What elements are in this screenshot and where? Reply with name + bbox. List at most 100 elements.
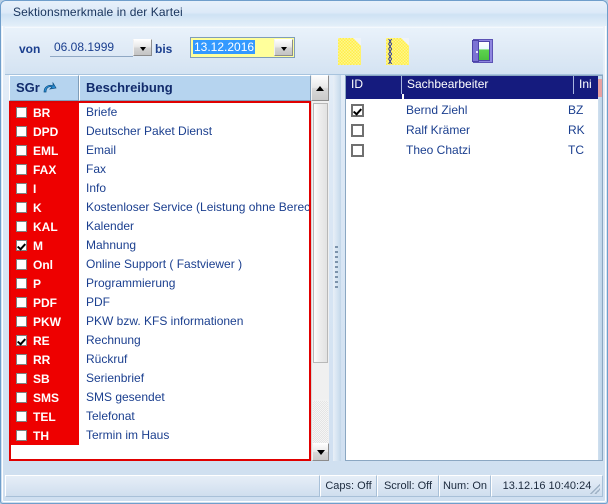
row-description-cell[interactable]: Info: [79, 179, 309, 198]
table-row[interactable]: Onl Online Support ( Fastviewer ): [11, 255, 309, 274]
row-code-cell[interactable]: I: [11, 179, 79, 198]
from-date-dropdown-button[interactable]: [133, 39, 152, 56]
new-document-icon[interactable]: [334, 36, 366, 66]
row-description-cell[interactable]: Kostenloser Service (Leistung ohne Berec…: [79, 198, 309, 217]
panel-splitter[interactable]: [333, 75, 341, 461]
row-checkbox[interactable]: [16, 164, 27, 175]
row-code-cell[interactable]: DPD: [11, 122, 79, 141]
row-checkbox[interactable]: [16, 278, 27, 289]
row-checkbox[interactable]: [16, 430, 27, 441]
table-row[interactable]: FAX Fax: [11, 160, 309, 179]
row-checkbox[interactable]: [16, 411, 27, 422]
table-row[interactable]: Theo Chatzi TC: [346, 140, 602, 160]
row-checkbox[interactable]: [16, 259, 27, 270]
table-row[interactable]: Ralf Krämer RK: [346, 120, 602, 140]
row-code-cell[interactable]: TEL: [11, 407, 79, 426]
left-scrollbar-thumb[interactable]: [313, 103, 328, 363]
row-id-cell[interactable]: [346, 103, 402, 117]
table-row[interactable]: DPD Deutscher Paket Dienst: [11, 122, 309, 141]
table-row[interactable]: PKW PKW bzw. KFS informationen: [11, 312, 309, 331]
row-name-cell[interactable]: Theo Chatzi: [402, 143, 568, 157]
row-code-cell[interactable]: K: [11, 198, 79, 217]
row-checkbox[interactable]: [16, 145, 27, 156]
row-checkbox[interactable]: [16, 183, 27, 194]
row-description-cell[interactable]: Briefe: [79, 103, 309, 122]
row-checkbox[interactable]: [16, 240, 27, 251]
table-row[interactable]: RE Rechnung: [11, 331, 309, 350]
title-bar[interactable]: Sektionsmerkmale in der Kartei: [1, 1, 607, 26]
row-checkbox[interactable]: [16, 335, 27, 346]
to-date-value[interactable]: 13.12.2016: [193, 40, 256, 54]
row-description-cell[interactable]: Rechnung: [79, 331, 309, 350]
resize-grip-icon[interactable]: [590, 484, 600, 494]
right-grid-rows[interactable]: Bernd Ziehl BZ Ralf Krämer RK Theo Chatzi TC: [346, 100, 602, 160]
row-description-cell[interactable]: Mahnung: [79, 236, 309, 255]
row-description-cell[interactable]: Rückruf: [79, 350, 309, 369]
row-code-cell[interactable]: SMS: [11, 388, 79, 407]
left-grid-rows[interactable]: BR Briefe DPD Deutscher Paket Dienst EML Emai…: [9, 101, 311, 461]
table-row[interactable]: KAL Kalender: [11, 217, 309, 236]
column-header-sgr[interactable]: SGr: [9, 75, 79, 101]
table-row[interactable]: TEL Telefonat: [11, 407, 309, 426]
to-date-dropdown-button[interactable]: [274, 39, 293, 56]
row-checkbox[interactable]: [351, 123, 364, 137]
row-checkbox[interactable]: [16, 373, 27, 384]
row-code-cell[interactable]: RE: [11, 331, 79, 350]
row-description-cell[interactable]: SMS gesendet: [79, 388, 309, 407]
row-code-cell[interactable]: SB: [11, 369, 79, 388]
column-header-id[interactable]: ID: [346, 76, 402, 94]
column-header-description[interactable]: Beschreibung: [79, 75, 311, 101]
row-code-cell[interactable]: FAX: [11, 160, 79, 179]
row-description-cell[interactable]: Kalender: [79, 217, 309, 236]
row-code-cell[interactable]: PKW: [11, 312, 79, 331]
row-code-cell[interactable]: EML: [11, 141, 79, 160]
table-row[interactable]: P Programmierung: [11, 274, 309, 293]
table-row[interactable]: SMS SMS gesendet: [11, 388, 309, 407]
row-name-cell[interactable]: Ralf Krämer: [402, 123, 568, 137]
exit-door-icon[interactable]: [467, 36, 499, 66]
table-row[interactable]: RR Rückruf: [11, 350, 309, 369]
table-row[interactable]: EML Email: [11, 141, 309, 160]
left-scroll-down-button[interactable]: [312, 443, 329, 461]
row-checkbox[interactable]: [16, 202, 27, 213]
row-description-cell[interactable]: Termin im Haus: [79, 426, 309, 445]
row-code-cell[interactable]: PDF: [11, 293, 79, 312]
row-description-cell[interactable]: Serienbrief: [79, 369, 309, 388]
table-row[interactable]: K Kostenloser Service (Leistung ohne Bere…: [11, 198, 309, 217]
row-description-cell[interactable]: Programmierung: [79, 274, 309, 293]
to-date-combobox[interactable]: 13.12.2016: [190, 37, 295, 58]
row-description-cell[interactable]: Email: [79, 141, 309, 160]
table-row[interactable]: I Info: [11, 179, 309, 198]
row-checkbox[interactable]: [351, 143, 364, 157]
row-code-cell[interactable]: TH: [11, 426, 79, 445]
row-code-cell[interactable]: M: [11, 236, 79, 255]
row-checkbox[interactable]: [16, 354, 27, 365]
left-vertical-scrollbar[interactable]: [311, 101, 329, 461]
row-code-cell[interactable]: KAL: [11, 217, 79, 236]
row-checkbox[interactable]: [16, 392, 27, 403]
row-description-cell[interactable]: Deutscher Paket Dienst: [79, 122, 309, 141]
row-checkbox[interactable]: [351, 103, 364, 117]
row-checkbox[interactable]: [16, 126, 27, 137]
row-code-cell[interactable]: Onl: [11, 255, 79, 274]
row-checkbox[interactable]: [16, 297, 27, 308]
row-checkbox[interactable]: [16, 316, 27, 327]
delete-document-icon[interactable]: XXXXX: [382, 36, 414, 66]
row-checkbox[interactable]: [16, 107, 27, 118]
row-description-cell[interactable]: Fax: [79, 160, 309, 179]
row-code-cell[interactable]: BR: [11, 103, 79, 122]
table-row[interactable]: BR Briefe: [11, 103, 309, 122]
left-scroll-up-button[interactable]: [311, 75, 329, 101]
left-scrollbar-track[interactable]: [312, 101, 329, 399]
row-code-cell[interactable]: P: [11, 274, 79, 293]
column-header-sachbearbeiter[interactable]: Sachbearbeiter: [402, 76, 574, 94]
row-name-cell[interactable]: Bernd Ziehl: [402, 103, 568, 117]
table-row[interactable]: PDF PDF: [11, 293, 309, 312]
row-description-cell[interactable]: PKW bzw. KFS informationen: [79, 312, 309, 331]
from-date-value[interactable]: 06.08.1999: [50, 38, 133, 57]
row-id-cell[interactable]: [346, 123, 402, 137]
row-checkbox[interactable]: [16, 221, 27, 232]
row-description-cell[interactable]: Telefonat: [79, 407, 309, 426]
table-row[interactable]: TH Termin im Haus: [11, 426, 309, 445]
table-row[interactable]: M Mahnung: [11, 236, 309, 255]
